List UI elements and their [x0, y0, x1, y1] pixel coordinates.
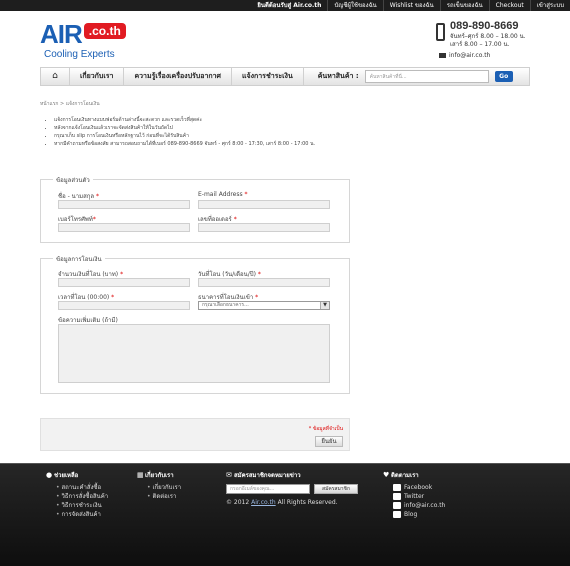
- nav-home-button[interactable]: ⌂: [41, 68, 70, 85]
- footer-newsletter-column: ✉ สมัครสมาชิกจดหมายข่าว กรอกอีเมล์ของคุณ.…: [226, 470, 376, 506]
- facebook-link[interactable]: Facebook: [393, 483, 445, 492]
- search-go-button[interactable]: Go: [494, 71, 513, 82]
- contact-email: info@air.co.th: [449, 52, 491, 59]
- checkout-link[interactable]: Checkout: [488, 0, 530, 11]
- footer-help-title: ● ช่วยเหลือ: [46, 471, 79, 479]
- copyright-text: © 2012 Air.co.th All Rights Reserved.: [226, 499, 338, 506]
- breadcrumb[interactable]: หน้าแรก > แจ้งการโอนเงิน: [40, 100, 100, 108]
- top-bar: ยินดีต้อนรับสู่ Air.co.th บัญชีผู้ใช้ของ…: [0, 0, 570, 11]
- search-label: ค้นหาสินค้า :: [317, 72, 359, 80]
- footer-help-shipping[interactable]: การจัดส่งสินค้า: [56, 510, 108, 519]
- site-logo[interactable]: AIR .co.th Cooling Experts: [40, 19, 126, 60]
- contact-box: 089-890-8669 จันทร์–ศุกร์ 8.00 – 18.00 น…: [434, 20, 538, 70]
- footer-about-column: ▦เกี่ยวกับเรา เกี่ยวกับเรา ติดต่อเรา: [137, 470, 181, 501]
- chevron-down-icon: ▼: [320, 302, 329, 309]
- envelope-icon: ✉: [226, 471, 232, 479]
- bank-select[interactable]: กรุณาเลือกธนาคาร... ▼: [198, 301, 330, 310]
- my-account-link[interactable]: บัญชีผู้ใช้ของฉัน: [327, 0, 382, 11]
- submit-box: * ข้อมูลที่จำเป็น ยืนยัน: [40, 418, 350, 451]
- search-input[interactable]: ค้นหาสินค้าที่นี่...: [364, 70, 489, 83]
- personal-info-legend: ข้อมูลส่วนตัว: [53, 175, 93, 185]
- site-header: AIR .co.th Cooling Experts 089-890-8669 จ…: [0, 11, 570, 66]
- user-icon: ●: [46, 471, 53, 479]
- login-link[interactable]: เข้าสู่ระบบ: [529, 0, 570, 11]
- blog-link[interactable]: Blog: [393, 510, 445, 519]
- facebook-icon: [393, 484, 401, 491]
- footer-help-order-status[interactable]: สถานะคำสั่งซื้อ: [56, 483, 108, 492]
- site-footer: ●ช่วยเหลือ สถานะคำสั่งซื้อ วิธีการสั่งซื…: [0, 463, 570, 566]
- list-item: กรุณาเก็บ slip การโอนเงินหรือหลักฐานไว้ …: [54, 132, 315, 140]
- email-icon: [393, 502, 401, 509]
- envelope-icon: [439, 53, 446, 58]
- notes-textarea[interactable]: [58, 324, 330, 383]
- newsletter-email-input[interactable]: กรอกอีเมล์ของคุณ...: [226, 484, 310, 494]
- transfer-info-fieldset: ข้อมูลการโอนเงิน จำนวนเงินที่โอน (บาท) *…: [40, 254, 350, 394]
- heart-icon: ♥: [383, 471, 390, 479]
- logo-word: AIR: [40, 19, 83, 49]
- list-item: หากมีคำถามหรือข้อสงสัย สามารถสอบถามได้ที…: [54, 140, 315, 148]
- newsletter-subscribe-button[interactable]: สมัครสมาชิก: [314, 484, 358, 494]
- book-icon: ▦: [137, 471, 144, 479]
- footer-follow-column: ♥ ติดตามเรา Facebook Twitter info@air.co.…: [383, 470, 445, 519]
- footer-about-title: ▦เกี่ยวกับเรา: [137, 471, 174, 479]
- logo-tagline: Cooling Experts: [44, 49, 115, 60]
- twitter-icon: [393, 493, 401, 500]
- phone-input[interactable]: [58, 223, 190, 232]
- list-item: หลังจากแจ้งโอนเงินแล้วเราจะจัดส่งสินค้าใ…: [54, 124, 315, 132]
- welcome-text: ยินดีต้อนรับสู่ Air.co.th: [257, 2, 322, 9]
- personal-info-fieldset: ข้อมูลส่วนตัว ชื่อ - นามสกุล * E-mail Ad…: [40, 175, 350, 243]
- home-icon: ⌂: [52, 71, 58, 81]
- bank-selected-value: กรุณาเลือกธนาคาร...: [202, 302, 249, 308]
- email-input[interactable]: [198, 200, 330, 209]
- instruction-list: แจ้งการโอนเงินทางแบบฟอร์มด้านล่างนี้จะสะ…: [40, 116, 315, 148]
- transfer-info-legend: ข้อมูลการโอนเงิน: [53, 254, 105, 264]
- blog-icon: [393, 511, 401, 518]
- footer-help-column: ●ช่วยเหลือ สถานะคำสั่งซื้อ วิธีการสั่งซื…: [46, 470, 108, 519]
- footer-help-how-to-order[interactable]: วิธีการสั่งซื้อสินค้า: [56, 492, 108, 501]
- submit-button[interactable]: ยืนยัน: [315, 436, 343, 447]
- footer-follow-title: ♥ ติดตามเรา: [383, 471, 419, 479]
- cart-link[interactable]: รถเข็นของฉัน: [439, 0, 489, 11]
- nav-item-aircon-knowledge[interactable]: ความรู้เรื่องเครื่องปรับอากาศ: [124, 68, 232, 85]
- logo-tag: .co.th: [83, 23, 126, 39]
- order-number-input[interactable]: [198, 223, 330, 232]
- wishlist-link[interactable]: Wishlist ของฉัน: [382, 0, 440, 11]
- name-input[interactable]: [58, 200, 190, 209]
- nav-item-payment-notify[interactable]: แจ้งการชำระเงิน: [232, 68, 304, 85]
- footer-newsletter-title: ✉ สมัครสมาชิกจดหมายข่าว: [226, 471, 301, 479]
- required-note: * ข้อมูลที่จำเป็น: [308, 426, 343, 432]
- hours-weekday: จันทร์–ศุกร์ 8.00 – 18.00 น.: [450, 33, 526, 40]
- email-label: E-mail Address *: [198, 191, 248, 198]
- main-nav: ⌂ เกี่ยวกับเรา ความรู้เรื่องเครื่องปรับอ…: [40, 67, 530, 86]
- footer-help-how-to-pay[interactable]: วิธีการชำระเงิน: [56, 501, 108, 510]
- twitter-link[interactable]: Twitter: [393, 492, 445, 501]
- nav-item-about[interactable]: เกี่ยวกับเรา: [70, 68, 125, 85]
- copyright-link[interactable]: Air.co.th: [251, 499, 276, 506]
- contact-email-row[interactable]: info@air.co.th: [439, 52, 490, 59]
- footer-contact-link[interactable]: ติดต่อเรา: [147, 492, 181, 501]
- list-item: แจ้งการโอนเงินทางแบบฟอร์มด้านล่างนี้จะสะ…: [54, 116, 315, 124]
- email-link[interactable]: info@air.co.th: [393, 501, 445, 510]
- hours-saturday: เสาร์ 8.00 – 17.00 น.: [450, 41, 510, 48]
- time-input[interactable]: [58, 301, 190, 310]
- footer-about-link[interactable]: เกี่ยวกับเรา: [147, 483, 181, 492]
- amount-input[interactable]: [58, 278, 190, 287]
- date-input[interactable]: [198, 278, 330, 287]
- phone-icon: [436, 23, 445, 41]
- opening-hours: จันทร์–ศุกร์ 8.00 – 18.00 น. เสาร์ 8.00 …: [450, 33, 526, 49]
- phone-number: 089-890-8669: [450, 20, 519, 32]
